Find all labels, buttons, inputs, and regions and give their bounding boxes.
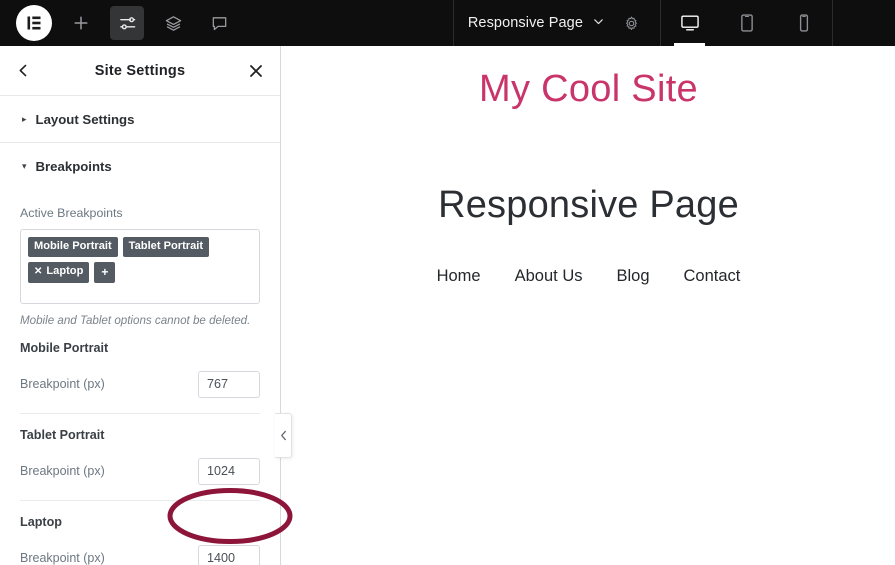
breakpoint-row: Breakpoint (px) <box>20 458 260 501</box>
chevron-down-icon <box>592 15 605 32</box>
breakpoint-tag-label: Tablet Portrait <box>129 240 203 254</box>
caret-right-icon: ▸ <box>22 115 27 124</box>
plus-icon[interactable] <box>64 6 98 40</box>
panel-body: ▸ Layout Settings ▾ Breakpoints Active B… <box>0 96 280 565</box>
close-x-icon[interactable] <box>242 63 264 79</box>
top-bar-right-area <box>833 0 895 46</box>
breakpoint-tag-label: Laptop <box>46 265 83 279</box>
page-name-dropdown[interactable]: Responsive Page <box>468 15 605 32</box>
page-name-label: Responsive Page <box>468 15 583 31</box>
top-bar-left-tools <box>0 0 236 46</box>
add-breakpoint-button[interactable]: + <box>94 262 115 283</box>
nav-link-about-us[interactable]: About Us <box>515 267 583 286</box>
mobile-portrait-breakpoint-input[interactable] <box>198 371 260 398</box>
device-mobile-button[interactable] <box>775 0 832 46</box>
layers-icon[interactable] <box>156 6 190 40</box>
site-settings-panel: Site Settings ▸ Layout Settings ▾ Breakp… <box>0 46 281 565</box>
page-preview-canvas: My Cool Site Responsive Page Home About … <box>282 46 895 565</box>
comment-bubble-icon[interactable] <box>202 6 236 40</box>
gear-icon[interactable] <box>617 15 646 32</box>
breakpoint-field-label: Breakpoint (px) <box>20 377 105 391</box>
page-settings-group: Responsive Page <box>453 0 661 46</box>
tablet-portrait-breakpoint-input[interactable] <box>198 458 260 485</box>
page-heading: Responsive Page <box>282 184 895 227</box>
site-nav-menu: Home About Us Blog Contact <box>282 267 895 286</box>
breakpoint-group-tablet-portrait: Tablet Portrait Breakpoint (px) <box>20 414 260 501</box>
breakpoint-group-title: Mobile Portrait <box>20 341 260 355</box>
top-bar-spacer <box>236 0 453 46</box>
panel-header: Site Settings <box>0 46 280 96</box>
breakpoint-tag-laptop[interactable]: ✕ Laptop <box>28 262 89 283</box>
page-title: Site Settings <box>38 63 242 79</box>
chevron-left-icon[interactable] <box>16 63 38 78</box>
breakpoints-section-body: Active Breakpoints Mobile Portrait Table… <box>0 190 280 565</box>
x-remove-icon[interactable]: ✕ <box>34 267 42 277</box>
elementor-editor: Responsive Page <box>0 0 895 565</box>
active-breakpoints-label: Active Breakpoints <box>20 206 260 220</box>
breakpoint-tag-tablet-portrait[interactable]: Tablet Portrait <box>123 237 209 257</box>
breakpoint-group-laptop: Laptop Breakpoint (px) <box>20 501 260 565</box>
section-breakpoints[interactable]: ▾ Breakpoints <box>0 143 280 190</box>
sliders-icon[interactable] <box>110 6 144 40</box>
responsive-device-switcher <box>661 0 832 46</box>
caret-down-icon: ▾ <box>22 162 27 171</box>
nav-link-contact[interactable]: Contact <box>684 267 741 286</box>
breakpoint-group-mobile-portrait: Mobile Portrait Breakpoint (px) <box>20 327 260 414</box>
elementor-logo-icon[interactable] <box>16 5 52 41</box>
nav-link-home[interactable]: Home <box>437 267 481 286</box>
site-logo-title: My Cool Site <box>282 68 895 111</box>
breakpoint-group-title: Laptop <box>20 515 260 529</box>
device-tablet-button[interactable] <box>718 0 775 46</box>
panel-collapse-handle[interactable] <box>275 413 292 458</box>
breakpoint-tag-label: Mobile Portrait <box>34 240 112 254</box>
section-layout-settings-label: Layout Settings <box>36 112 135 127</box>
breakpoint-field-label: Breakpoint (px) <box>20 551 105 565</box>
laptop-breakpoint-input[interactable] <box>198 545 260 565</box>
breakpoint-row: Breakpoint (px) <box>20 545 260 565</box>
breakpoints-hint: Mobile and Tablet options cannot be dele… <box>20 314 260 327</box>
breakpoint-row: Breakpoint (px) <box>20 371 260 414</box>
device-desktop-button[interactable] <box>661 0 718 46</box>
breakpoint-field-label: Breakpoint (px) <box>20 464 105 478</box>
section-layout-settings[interactable]: ▸ Layout Settings <box>0 96 280 143</box>
editor-top-bar: Responsive Page <box>0 0 895 46</box>
active-breakpoints-tags-box[interactable]: Mobile Portrait Tablet Portrait ✕ Laptop… <box>20 229 260 304</box>
nav-link-blog[interactable]: Blog <box>616 267 649 286</box>
section-breakpoints-label: Breakpoints <box>36 159 112 174</box>
breakpoint-group-title: Tablet Portrait <box>20 428 260 442</box>
breakpoint-tag-mobile-portrait[interactable]: Mobile Portrait <box>28 237 118 257</box>
